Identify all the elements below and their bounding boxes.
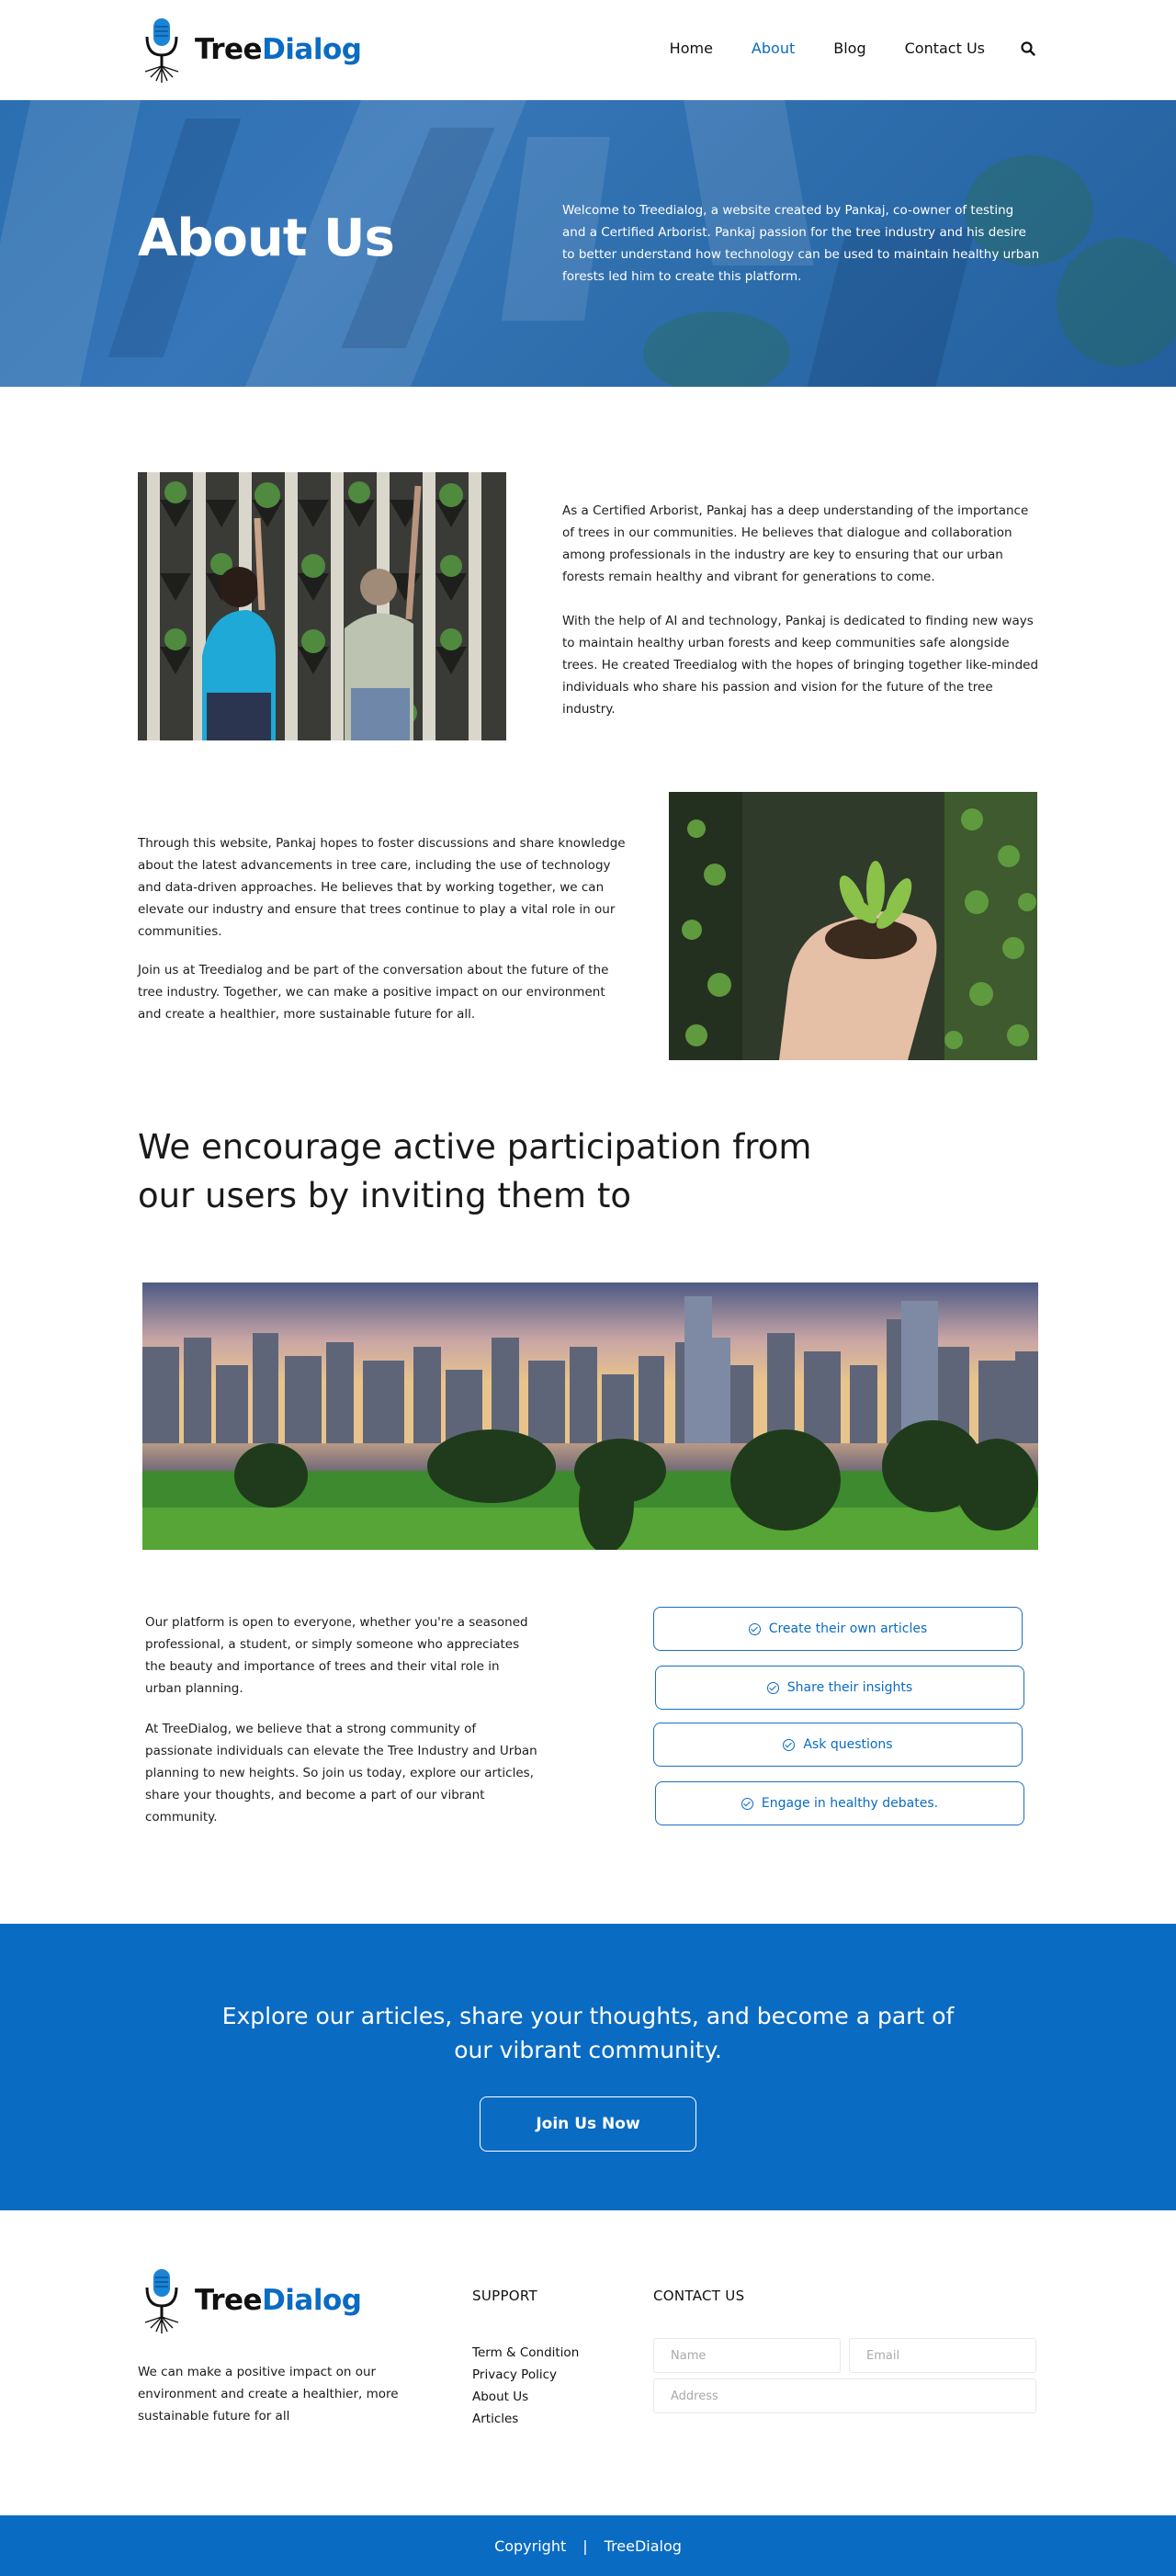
logo[interactable]: TreeDialog [138,15,362,85]
engage-debates-button[interactable]: Engage in healthy debates. [655,1781,1024,1825]
footer-description: We can make a positive impact on our env… [138,2365,399,2423]
cta-text: Explore our articles, share your thought… [221,2003,955,2063]
copyright-separator: | [582,2536,588,2555]
footer-logo[interactable]: TreeDialog [138,2265,362,2335]
copyright-brand[interactable]: TreeDialog [605,2537,682,2555]
seedlings-in-hand-photo [669,792,1037,1060]
share-insights-button[interactable]: Share their insights [655,1666,1024,1710]
address-field[interactable] [653,2378,1036,2413]
create-articles-button[interactable]: Create their own articles [653,1607,1023,1651]
link-about-us[interactable]: About Us [472,2386,579,2408]
footer-logo-text: TreeDialog [195,2284,362,2317]
nav-home[interactable]: Home [670,40,713,57]
share-insights-label: Share their insights [786,1680,913,1695]
about-paragraph-3: Through this website, Pankaj hopes to fo… [138,836,626,939]
about-paragraph-1: As a Certified Arborist, Pankaj has a de… [562,503,1029,584]
support-heading: SUPPORT [472,2288,537,2304]
nav-about[interactable]: About [752,40,795,57]
email-field[interactable] [849,2338,1036,2373]
main-nav: Home About Blog Contact Us [670,40,1036,57]
ask-questions-button[interactable]: Ask questions [653,1723,1023,1767]
hero-intro-text: Welcome to Treedialog, a website created… [562,203,1040,284]
contact-heading: CONTACT US [653,2288,745,2304]
link-articles[interactable]: Articles [472,2408,579,2430]
header: TreeDialog Home About Blog Contact Us [0,0,1176,100]
name-field[interactable] [653,2338,841,2373]
hero-banner: About Us Welcome to Treedialog, a websit… [0,100,1176,387]
community-paragraph: At TreeDialog, we believe that a strong … [145,1722,537,1825]
page: TreeDialog Home About Blog Contact Us Ab… [0,0,1176,2576]
copyright-bar: Copyright | TreeDialog [0,2515,1176,2576]
logo-text-tree: Tree [195,33,263,66]
platform-open-paragraph: Our platform is open to everyone, whethe… [145,1615,528,1696]
link-privacy-policy[interactable]: Privacy Policy [472,2364,579,2386]
engage-debates-label: Engage in healthy debates. [761,1796,939,1811]
support-links: Term & Condition Privacy Policy About Us… [472,2342,579,2430]
arborists-green-wall-photo [138,472,506,740]
microphone-tree-logo-icon [144,18,179,83]
footer-logo-text-tree: Tree [195,2284,263,2317]
check-circle-icon [748,1622,761,1635]
participation-heading: We encourage active participation from o… [138,1127,812,1215]
join-us-now-button[interactable]: Join Us Now [480,2096,696,2152]
logo-text-dialog: Dialog [262,33,362,66]
about-paragraph-2: With the help of AI and technology, Pank… [562,614,1039,717]
check-circle-icon [783,1738,796,1751]
footer-logo-text-dialog: Dialog [262,2284,362,2317]
logo-text: TreeDialog [195,33,362,66]
create-articles-label: Create their own articles [768,1621,928,1636]
ask-questions-label: Ask questions [803,1737,893,1752]
check-circle-icon [741,1797,753,1810]
about-paragraph-4: Join us at Treedialog and be part of the… [138,963,609,1022]
city-skyline-photo [142,1282,1038,1550]
search-icon[interactable] [1020,40,1036,57]
nav-contact-us[interactable]: Contact Us [905,40,985,57]
cta-banner: Explore our articles, share your thought… [0,1924,1176,2210]
copyright-label: Copyright [494,2536,567,2555]
check-circle-icon [766,1681,779,1694]
microphone-tree-logo-icon [144,2269,179,2333]
nav-blog[interactable]: Blog [833,40,865,57]
hero-title: About Us [138,209,395,268]
link-terms[interactable]: Term & Condition [472,2342,579,2364]
